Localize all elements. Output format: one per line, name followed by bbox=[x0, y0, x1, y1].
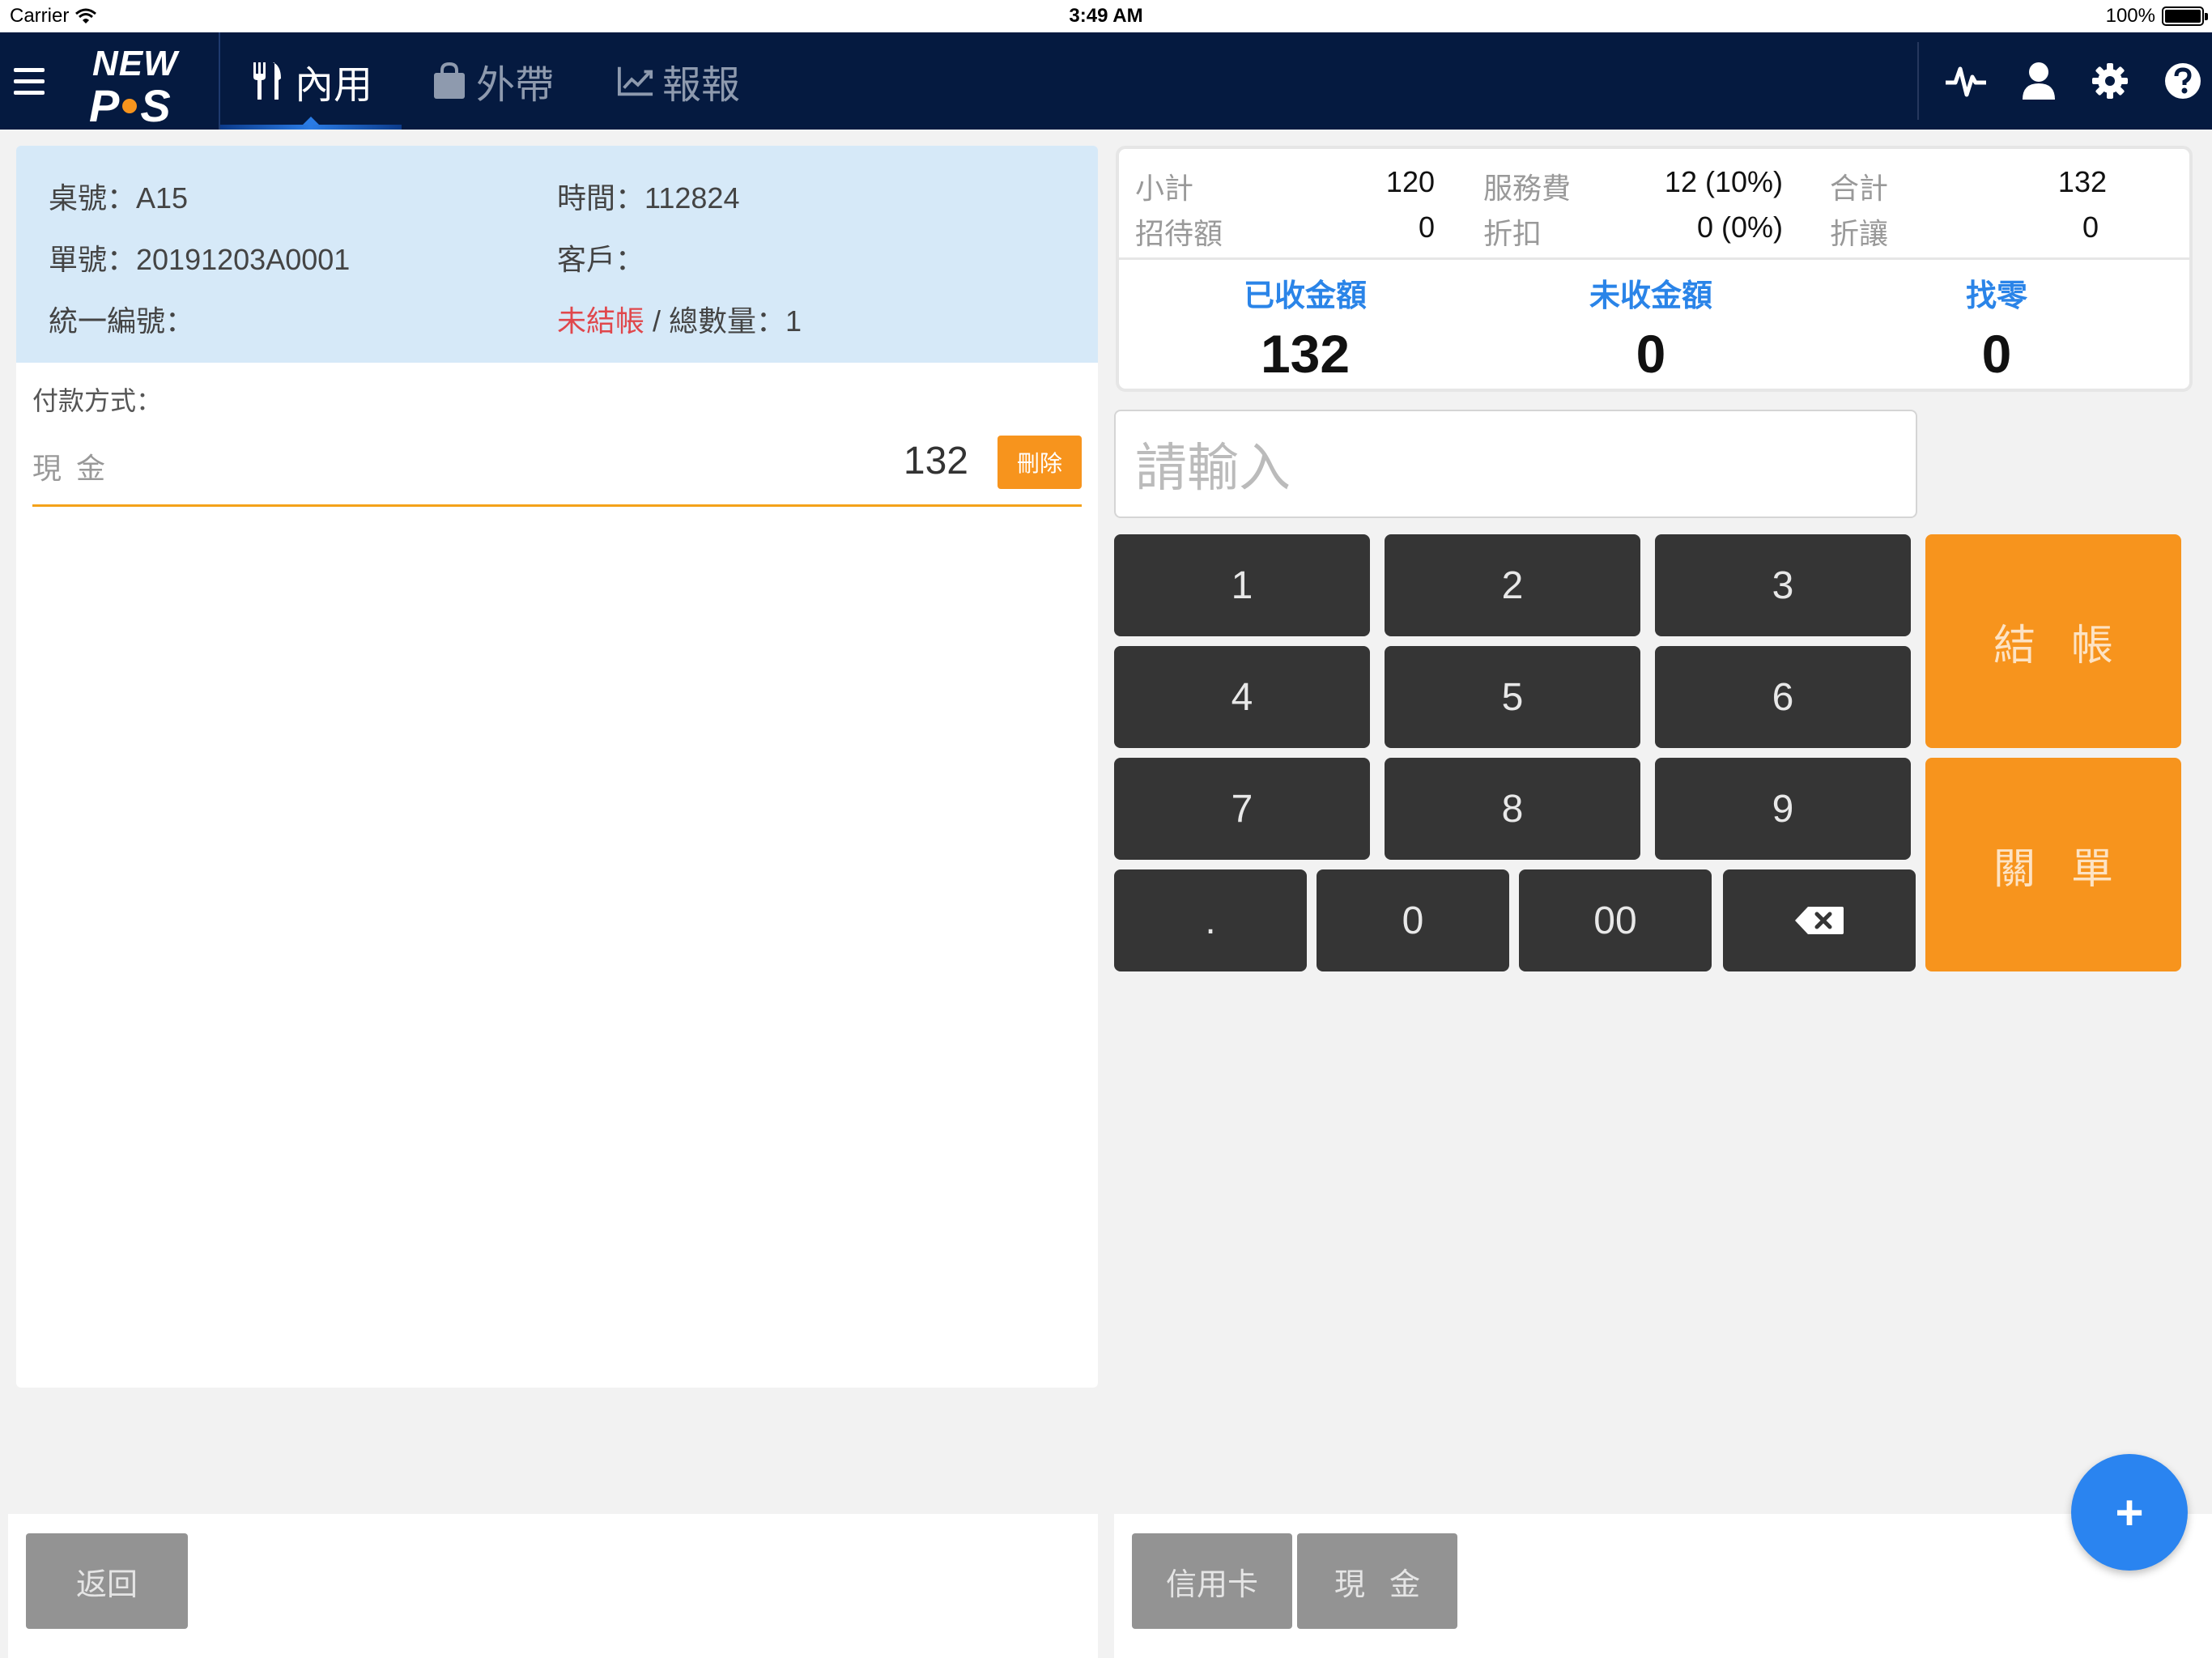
service-fee-label: 服務費 bbox=[1483, 172, 1572, 205]
newpos-logo: NEW PS bbox=[89, 44, 178, 131]
change-amount: 找零 0 bbox=[1965, 279, 2027, 384]
key-0[interactable]: 0 bbox=[1317, 869, 1509, 971]
tab-takeout[interactable]: 外帶 bbox=[431, 32, 554, 130]
allowance-label: 折讓 bbox=[1830, 217, 1889, 250]
user-icon[interactable] bbox=[2014, 57, 2063, 105]
payment-row: 現金 132 刪除 bbox=[32, 429, 1082, 507]
nav-divider bbox=[1917, 42, 1919, 120]
key-3[interactable]: 3 bbox=[1655, 534, 1911, 636]
tab-reports-label: 報報 bbox=[662, 64, 741, 107]
hamburger-menu-icon[interactable] bbox=[0, 32, 58, 130]
utensils-icon bbox=[249, 62, 287, 100]
customer: 客戶： bbox=[557, 243, 645, 276]
payment-method-label: 付款方式： bbox=[32, 386, 163, 415]
key-00[interactable]: 00 bbox=[1519, 869, 1712, 971]
table-number: 桌號：A15 bbox=[49, 181, 189, 215]
tab-dine-in[interactable]: 內用 bbox=[219, 32, 402, 130]
key-6[interactable]: 6 bbox=[1655, 646, 1911, 748]
close-order-button[interactable]: 關單 bbox=[1925, 758, 2181, 971]
backspace-icon bbox=[1795, 907, 1844, 934]
tab-reports[interactable]: 報報 bbox=[617, 32, 740, 130]
status-badge: 未結帳 bbox=[557, 304, 645, 338]
key-decimal[interactable]: . bbox=[1114, 869, 1307, 971]
key-7[interactable]: 7 bbox=[1114, 758, 1370, 860]
key-4[interactable]: 4 bbox=[1114, 646, 1370, 748]
comp-label: 招待額 bbox=[1135, 217, 1223, 250]
discount-label: 折扣 bbox=[1483, 217, 1542, 250]
help-icon[interactable] bbox=[2159, 57, 2207, 105]
order-info: 桌號：A15 時間：112824 單號：20191203A0001 客戶： 統一… bbox=[16, 146, 1098, 363]
key-1[interactable]: 1 bbox=[1114, 534, 1370, 636]
credit-card-button[interactable]: 信用卡 bbox=[1132, 1533, 1292, 1629]
allowance-value: 0 bbox=[2082, 210, 2099, 244]
tab-takeout-label: 外帶 bbox=[476, 64, 555, 107]
heartbeat-icon[interactable] bbox=[1942, 57, 1990, 105]
total-value: 132 bbox=[2057, 165, 2107, 198]
backspace-key[interactable] bbox=[1723, 869, 1916, 971]
subtotal-value: 120 bbox=[1385, 165, 1435, 198]
gear-icon[interactable] bbox=[2086, 57, 2134, 105]
subtotal-label: 小計 bbox=[1135, 172, 1194, 205]
status-bar: Carrier 3:49 AM 100% bbox=[0, 0, 2212, 32]
order-time: 時間：112824 bbox=[557, 181, 740, 215]
cash-button[interactable]: 現金 bbox=[1297, 1533, 1457, 1629]
back-button[interactable]: 返回 bbox=[26, 1533, 188, 1629]
key-8[interactable]: 8 bbox=[1385, 758, 1640, 860]
total-label: 合計 bbox=[1830, 172, 1889, 205]
received-amount: 已收金額 132 bbox=[1243, 279, 1367, 384]
discount-value: 0 (0%) bbox=[1696, 210, 1783, 244]
payment-method-name: 現金 bbox=[32, 452, 121, 485]
service-fee-value: 12 (10%) bbox=[1664, 165, 1783, 198]
battery-icon bbox=[2162, 6, 2208, 26]
order-panel: 桌號：A15 時間：112824 單號：20191203A0001 客戶： 統一… bbox=[16, 146, 1098, 1388]
comp-value: 0 bbox=[1418, 210, 1435, 244]
unpaid-amount: 未收金額 0 bbox=[1589, 279, 1712, 384]
checkout-button[interactable]: 結帳 bbox=[1925, 534, 2181, 748]
amount-input[interactable]: 請輸入 bbox=[1114, 410, 1917, 518]
add-fab-button[interactable]: + bbox=[2071, 1454, 2188, 1571]
key-9[interactable]: 9 bbox=[1655, 758, 1911, 860]
payment-amount: 132 bbox=[903, 440, 968, 483]
key-5[interactable]: 5 bbox=[1385, 646, 1640, 748]
tax-id: 統一編號： bbox=[49, 304, 195, 338]
top-navbar: NEW PS 內用 外帶 報報 bbox=[0, 32, 2212, 131]
delete-payment-button[interactable]: 刪除 bbox=[998, 436, 1082, 489]
order-status: 未結帳 / 總數量：1 bbox=[557, 304, 802, 338]
clock: 3:49 AM bbox=[1069, 5, 1143, 27]
key-2[interactable]: 2 bbox=[1385, 534, 1640, 636]
bill-summary: 小計 120 服務費 12 (10%) 合計 132 招待額 0 折扣 0 (0… bbox=[1116, 146, 2193, 392]
order-number: 單號：20191203A0001 bbox=[49, 243, 351, 276]
tab-dine-in-label: 內用 bbox=[295, 64, 373, 107]
shopping-bag-icon bbox=[431, 62, 468, 100]
line-chart-icon bbox=[617, 62, 654, 100]
battery-indicator: 100% bbox=[2105, 5, 2208, 28]
battery-percent: 100% bbox=[2105, 5, 2155, 27]
